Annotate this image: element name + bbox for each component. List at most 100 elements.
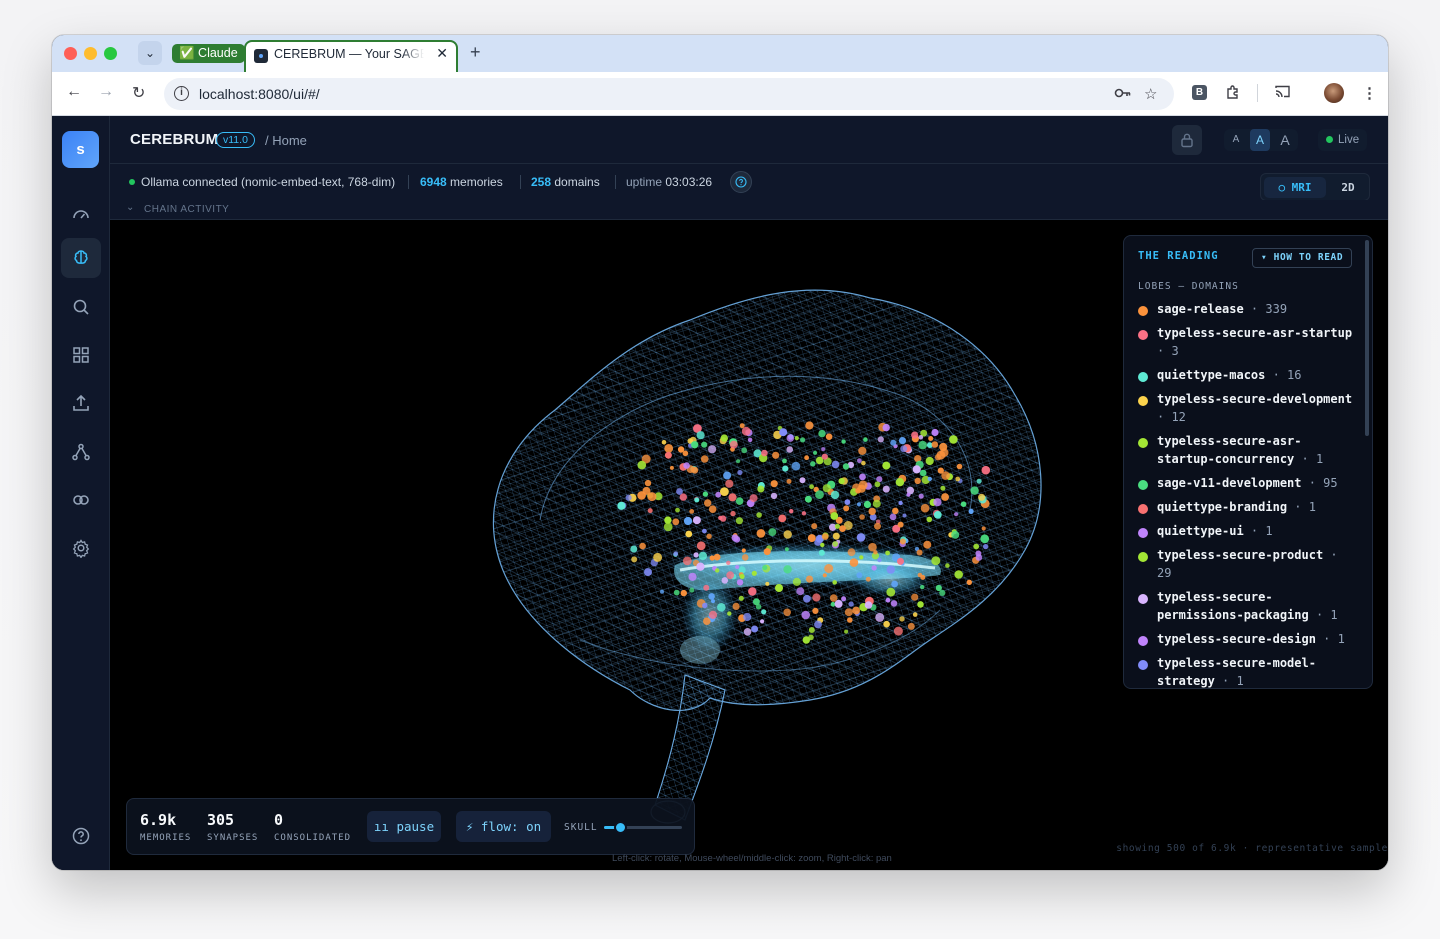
extensions-puzzle-icon[interactable] <box>1225 84 1241 104</box>
memory-node[interactable] <box>832 532 840 540</box>
memory-node[interactable] <box>872 499 881 508</box>
memory-node[interactable] <box>675 507 680 513</box>
memory-node[interactable] <box>859 514 865 520</box>
memory-node[interactable] <box>808 627 815 633</box>
memory-node[interactable] <box>885 597 891 603</box>
memory-node[interactable] <box>981 465 991 475</box>
legend-item[interactable]: typeless-secure-asr-startup · 3 <box>1138 324 1358 360</box>
sidebar-item-upload[interactable] <box>61 383 101 423</box>
memory-node[interactable] <box>928 436 934 441</box>
memory-node[interactable] <box>696 431 705 440</box>
memory-node[interactable] <box>978 493 986 501</box>
memory-node[interactable] <box>841 439 846 444</box>
memory-node[interactable] <box>859 473 866 481</box>
memory-node[interactable] <box>760 619 765 624</box>
memory-node[interactable] <box>912 465 921 474</box>
legend-item[interactable]: typeless-secure-permissions-packaging · … <box>1138 588 1358 624</box>
memory-node[interactable] <box>839 525 846 532</box>
memory-node[interactable] <box>701 441 708 448</box>
legend-item[interactable]: quiettype-branding · 1 <box>1138 498 1358 516</box>
memory-node[interactable] <box>885 550 890 556</box>
memory-node[interactable] <box>748 587 757 596</box>
memory-node[interactable] <box>689 587 695 593</box>
memory-node[interactable] <box>899 538 906 545</box>
memory-node[interactable] <box>812 607 819 614</box>
url-text[interactable]: localhost:8080/ui/#/ <box>199 86 320 102</box>
legend-item[interactable]: sage-release · 339 <box>1138 300 1358 318</box>
memory-node[interactable] <box>858 480 868 490</box>
memory-node[interactable] <box>926 516 933 523</box>
memory-node[interactable] <box>768 528 777 537</box>
memory-node[interactable] <box>810 461 816 467</box>
memory-node[interactable] <box>830 512 839 520</box>
memory-node[interactable] <box>914 477 921 485</box>
memory-node[interactable] <box>703 617 711 625</box>
memory-node[interactable] <box>820 542 825 548</box>
memory-node[interactable] <box>900 445 908 453</box>
memory-node[interactable] <box>897 557 904 565</box>
memory-node[interactable] <box>672 518 680 526</box>
memory-node[interactable] <box>895 478 905 487</box>
memory-node[interactable] <box>873 550 878 555</box>
sidebar-item-network[interactable] <box>61 432 101 472</box>
memory-node[interactable] <box>796 587 805 596</box>
memory-node[interactable] <box>821 533 829 540</box>
memory-node[interactable] <box>799 477 806 484</box>
memory-node[interactable] <box>752 598 760 606</box>
memory-node[interactable] <box>728 493 737 502</box>
memory-node[interactable] <box>882 461 891 470</box>
memory-node[interactable] <box>694 497 700 503</box>
legend-item[interactable]: typeless-secure-asr-startup-concurrency … <box>1138 432 1358 468</box>
font-size-medium-button[interactable]: A <box>1250 129 1270 151</box>
memory-node[interactable] <box>743 612 752 622</box>
memory-node[interactable] <box>970 486 979 495</box>
memory-node[interactable] <box>945 563 950 568</box>
memory-node[interactable] <box>874 522 881 530</box>
memory-node[interactable] <box>886 565 895 574</box>
memory-node[interactable] <box>726 571 735 580</box>
memory-node[interactable] <box>912 612 918 617</box>
memory-node[interactable] <box>939 442 948 452</box>
memory-node[interactable] <box>874 481 881 488</box>
memory-node[interactable] <box>824 564 834 573</box>
memory-node[interactable] <box>920 584 925 590</box>
memory-node[interactable] <box>832 541 839 547</box>
memory-node[interactable] <box>966 579 972 585</box>
memory-node[interactable] <box>844 608 853 617</box>
memory-node[interactable] <box>683 516 693 526</box>
memory-node[interactable] <box>883 620 890 628</box>
memory-node[interactable] <box>653 552 663 562</box>
memory-node[interactable] <box>664 516 672 524</box>
brain-canvas[interactable]: THE READING ▾ HOW TO READ LOBES — DOMAIN… <box>110 220 1388 870</box>
memory-node[interactable] <box>680 589 687 597</box>
memory-node[interactable] <box>762 565 768 571</box>
memory-node[interactable] <box>715 568 720 573</box>
memory-node[interactable] <box>751 625 759 633</box>
memory-node[interactable] <box>838 478 845 485</box>
memory-node[interactable] <box>625 494 632 501</box>
memory-node[interactable] <box>802 636 810 644</box>
memory-node[interactable] <box>931 441 939 448</box>
memory-node[interactable] <box>637 491 646 500</box>
memory-node[interactable] <box>761 609 767 615</box>
memory-node[interactable] <box>923 540 932 549</box>
memory-node[interactable] <box>868 507 876 516</box>
memory-node[interactable] <box>832 580 837 585</box>
memory-node[interactable] <box>834 599 843 608</box>
sidebar-item-dashboard[interactable] <box>61 194 101 234</box>
sidebar-item-search[interactable] <box>61 287 101 327</box>
memory-node[interactable] <box>682 450 689 457</box>
memory-node[interactable] <box>757 485 765 493</box>
memory-node[interactable] <box>772 451 780 459</box>
memory-node[interactable] <box>902 513 907 518</box>
memory-node[interactable] <box>917 572 923 578</box>
memory-node[interactable] <box>968 508 974 514</box>
address-bar[interactable]: i localhost:8080/ui/#/ ☆ <box>164 78 1174 110</box>
memory-node[interactable] <box>897 521 904 528</box>
memory-node[interactable] <box>843 505 850 512</box>
memory-node[interactable] <box>794 436 799 441</box>
memory-node[interactable] <box>702 491 709 497</box>
memory-node[interactable] <box>637 460 647 470</box>
close-window-button[interactable] <box>64 47 77 60</box>
memory-node[interactable] <box>647 492 657 502</box>
